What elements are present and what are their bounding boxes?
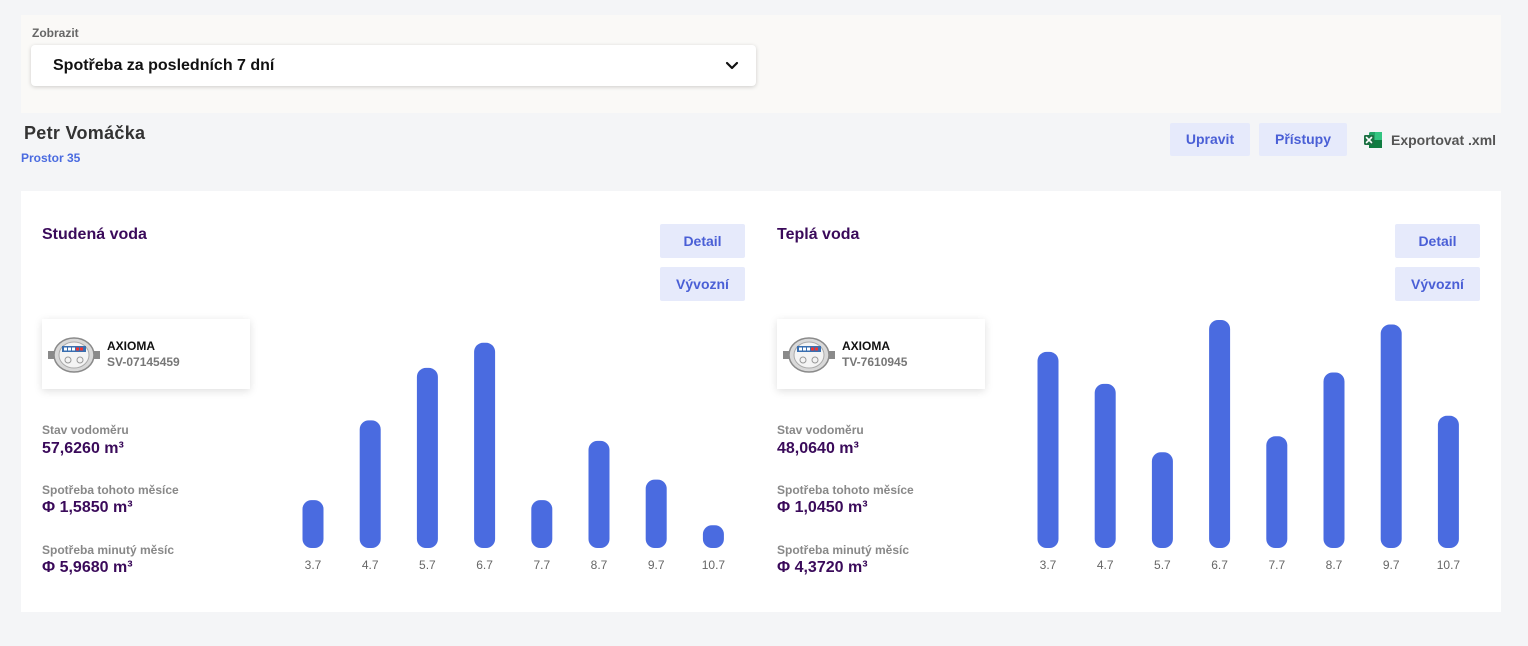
bar-10.7[interactable] — [702, 525, 724, 548]
hot-last-month-label: Spotřeba minutý měsíc — [777, 543, 910, 557]
hot-detail-button[interactable]: Detail — [1395, 224, 1480, 258]
hot-state-label: Stav vodoměru — [777, 423, 864, 437]
cold-consumption-chart: 3.7 4.7 5.7 6.7 7.7 8.7 9.7 10.7 — [302, 342, 726, 572]
export-xml-button[interactable]: Exportovat .xml — [1363, 130, 1496, 150]
space-link[interactable]: Prostor 35 — [21, 151, 80, 165]
filter-panel: Zobrazit Spotřeba za posledních 7 dní — [21, 15, 1501, 113]
cold-detail-button[interactable]: Detail — [660, 224, 745, 258]
bar-8.7[interactable] — [588, 440, 610, 548]
x-tick-label: 7.7 — [533, 558, 550, 572]
hot-consumption-chart: 3.7 4.7 5.7 6.7 7.7 8.7 9.7 10.7 — [1037, 320, 1461, 572]
hot-water-title: Teplá voda — [777, 226, 860, 243]
cold-last-month-value: Φ 5,9680 m³ — [42, 559, 133, 576]
x-tick-label: 3.7 — [1040, 558, 1057, 572]
hot-device-brand: AXIOMA — [842, 339, 890, 353]
water-meter-icon — [783, 337, 835, 373]
cold-export-button[interactable]: Vývozní — [660, 267, 745, 301]
period-select-value: Spotřeba za posledních 7 dní — [53, 57, 275, 74]
bar-7.7[interactable] — [531, 500, 553, 548]
hot-device-card[interactable]: AXIOMA TV-7610945 — [777, 319, 985, 389]
x-tick-label: 8.7 — [1326, 558, 1343, 572]
export-xml-label: Exportovat .xml — [1391, 132, 1497, 148]
hot-device-serial: TV-7610945 — [842, 355, 908, 369]
hot-export-button[interactable]: Vývozní — [1395, 267, 1480, 301]
filter-label: Zobrazit — [32, 26, 79, 40]
x-tick-label: 6.7 — [476, 558, 493, 572]
x-tick-label: 3.7 — [305, 558, 322, 572]
bar-9.7[interactable] — [1380, 324, 1402, 548]
x-tick-label: 5.7 — [1154, 558, 1171, 572]
cold-this-month-label: Spotřeba tohoto měsíce — [42, 483, 179, 497]
hot-state-value: 48,0640 m³ — [777, 440, 859, 457]
hot-this-month-value: Φ 1,0450 m³ — [777, 499, 868, 516]
cold-state-value: 57,6260 m³ — [42, 440, 124, 457]
chevron-down-icon — [725, 61, 739, 70]
edit-button[interactable]: Upravit — [1170, 123, 1250, 156]
cold-last-month-label: Spotřeba minutý měsíc — [42, 543, 175, 557]
cold-this-month-value: Φ 1,5850 m³ — [42, 499, 133, 516]
cold-water-title: Studená voda — [42, 226, 147, 243]
water-meter-icon — [48, 337, 100, 373]
bar-4.7[interactable] — [359, 420, 381, 548]
x-tick-label: 10.7 — [1437, 558, 1461, 572]
x-tick-label: 8.7 — [591, 558, 608, 572]
x-tick-label: 4.7 — [1097, 558, 1114, 572]
cold-device-brand: AXIOMA — [107, 339, 155, 353]
x-tick-label: 7.7 — [1268, 558, 1285, 572]
x-tick-label: 9.7 — [648, 558, 665, 572]
owner-name: Petr Vomáčka — [24, 123, 146, 143]
hot-water-section: Teplá voda Detail Vývozní AXIOMA TV-7610… — [756, 191, 1491, 612]
cold-water-section: Studená voda Detail Vývozní AXIOMA SV-07… — [21, 191, 756, 612]
bar-6.7[interactable] — [1209, 320, 1231, 548]
cold-device-card[interactable]: AXIOMA SV-07145459 — [42, 319, 250, 389]
cold-state-label: Stav vodoměru — [42, 423, 129, 437]
bar-8.7[interactable] — [1323, 372, 1345, 548]
cold-device-serial: SV-07145459 — [107, 355, 180, 369]
excel-icon — [1364, 132, 1382, 148]
bar-5.7[interactable] — [1151, 452, 1173, 548]
period-select[interactable]: Spotřeba za posledních 7 dní — [31, 45, 756, 86]
access-button[interactable]: Přístupy — [1259, 123, 1347, 156]
hot-last-month-value: Φ 4,3720 m³ — [777, 559, 868, 576]
x-tick-label: 4.7 — [362, 558, 379, 572]
bar-5.7[interactable] — [416, 367, 438, 548]
bar-7.7[interactable] — [1266, 436, 1288, 548]
bar-6.7[interactable] — [474, 342, 496, 548]
meters-card: Studená voda Detail Vývozní AXIOMA SV-07… — [21, 191, 1501, 612]
x-tick-label: 6.7 — [1211, 558, 1228, 572]
bar-9.7[interactable] — [645, 479, 667, 548]
x-tick-label: 10.7 — [702, 558, 726, 572]
bar-10.7[interactable] — [1437, 415, 1459, 548]
x-tick-label: 5.7 — [419, 558, 436, 572]
x-tick-label: 9.7 — [1383, 558, 1400, 572]
bar-3.7[interactable] — [1037, 351, 1059, 548]
bar-3.7[interactable] — [302, 500, 324, 548]
hot-this-month-label: Spotřeba tohoto měsíce — [777, 483, 914, 497]
bar-4.7[interactable] — [1094, 383, 1116, 548]
